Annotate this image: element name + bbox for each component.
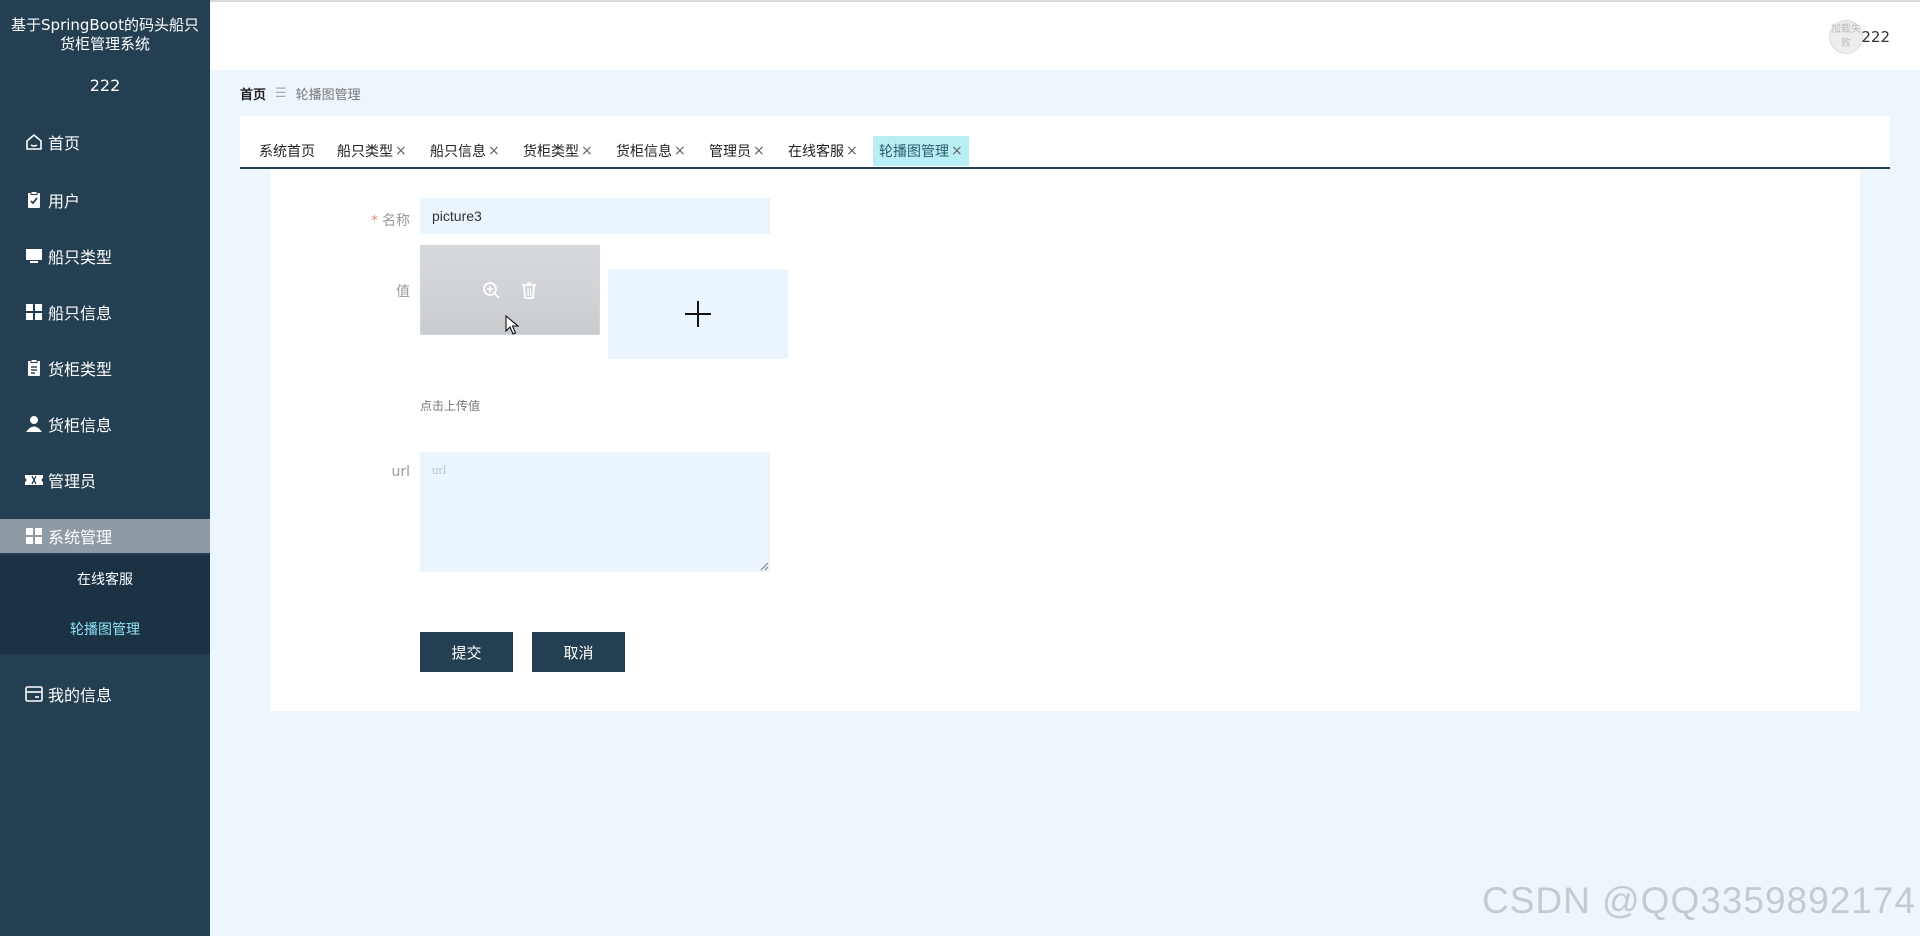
value-label: 值 <box>396 284 410 300</box>
sidebar-item-label: 首页 <box>48 134 81 153</box>
sidebar-item-label: 我的信息 <box>48 686 113 705</box>
tab-label: 管理员 <box>709 144 751 160</box>
sidebar-item-label: 用户 <box>48 192 81 211</box>
breadcrumb-current: 轮播图管理 <box>295 88 361 103</box>
name-input[interactable] <box>420 198 770 234</box>
sidebar-item-admin[interactable]: 管理员 <box>0 463 210 497</box>
mouse-cursor-icon <box>505 315 519 335</box>
trash-icon[interactable] <box>519 280 539 300</box>
close-icon[interactable]: × <box>581 143 593 159</box>
sidebar-item-label: 系统管理 <box>48 528 113 547</box>
close-icon[interactable]: × <box>846 143 858 159</box>
clipboard-icon <box>24 358 44 378</box>
breadcrumb-home[interactable]: 首页 <box>240 84 266 103</box>
home-icon <box>24 132 44 152</box>
submenu-item-carousel-management[interactable]: 轮播图管理 <box>0 619 210 639</box>
sidebar-item-container-info[interactable]: 货柜信息 <box>0 407 210 441</box>
close-icon[interactable]: × <box>674 143 686 159</box>
user-icon <box>24 414 44 434</box>
url-label: url <box>391 464 410 480</box>
sidebar-item-container-type[interactable]: 货柜类型 <box>0 351 210 385</box>
tab-carousel-management[interactable]: 轮播图管理 × <box>873 136 969 166</box>
name-label-text: 名称 <box>382 213 410 229</box>
close-icon[interactable]: × <box>395 143 407 159</box>
top-username[interactable]: 222 <box>1861 28 1890 46</box>
tab-label: 货柜信息 <box>616 144 672 160</box>
avatar[interactable]: 加载失败 <box>1829 20 1863 54</box>
clipboard-check-icon <box>24 190 44 210</box>
monitor-icon <box>24 246 44 266</box>
tab-label: 轮播图管理 <box>879 144 949 160</box>
submenu-system-management: 在线客服 轮播图管理 <box>0 555 210 654</box>
sidebar-item-users[interactable]: 用户 <box>0 183 210 217</box>
breadcrumb: 首页 ☰ 轮播图管理 <box>240 84 361 103</box>
sidebar-item-my-info[interactable]: 我的信息 <box>0 677 210 711</box>
ticket-icon <box>24 470 44 490</box>
tab-system-home[interactable]: 系统首页 <box>253 136 321 166</box>
close-icon[interactable]: × <box>753 143 765 159</box>
close-icon[interactable]: × <box>951 143 963 159</box>
close-icon[interactable]: × <box>488 143 500 159</box>
plus-icon <box>685 301 711 327</box>
grid-icon <box>24 302 44 322</box>
tab-admin[interactable]: 管理员 × <box>703 136 771 166</box>
tab-label: 船只类型 <box>337 144 393 160</box>
upload-tip: 点击上传值 <box>420 399 481 413</box>
sidebar-item-label: 管理员 <box>48 472 97 491</box>
sidebar-item-label: 船只类型 <box>48 248 113 267</box>
zoom-in-icon[interactable] <box>481 280 501 300</box>
resize-grip-icon[interactable] <box>760 562 769 571</box>
breadcrumb-separator-icon: ☰ <box>275 86 287 101</box>
avatar-text: 加载失败 <box>1831 24 1861 49</box>
tab-label: 系统首页 <box>259 144 315 160</box>
grid-icon <box>24 526 44 546</box>
sidebar-username: 222 <box>89 76 121 95</box>
tab-ship-info[interactable]: 船只信息 × <box>424 136 506 166</box>
sidebar-item-home[interactable]: 首页 <box>0 125 210 159</box>
sidebar: 基于SpringBoot的码头船只货柜管理系统 222 首页 用户 船只类型 船… <box>0 0 210 936</box>
sidebar-item-label: 货柜类型 <box>48 360 113 379</box>
tabs-bar: 系统首页 船只类型 × 船只信息 × 货柜类型 × 货柜信息 × 管理员 × 在… <box>240 116 1890 169</box>
sidebar-item-label: 船只信息 <box>48 304 113 323</box>
top-bar: 加载失败 222 <box>210 0 1920 70</box>
required-mark: * <box>371 213 378 229</box>
watermark: CSDN @QQ3359892174 <box>1481 880 1916 921</box>
app-root: 基于SpringBoot的码头船只货柜管理系统 222 首页 用户 船只类型 船… <box>0 0 1920 936</box>
tab-label: 船只信息 <box>430 144 486 160</box>
upload-button[interactable] <box>608 269 788 359</box>
tab-container-type[interactable]: 货柜类型 × <box>517 136 599 166</box>
system-title: 基于SpringBoot的码头船只货柜管理系统 <box>11 16 199 53</box>
tab-label: 货柜类型 <box>523 144 579 160</box>
cancel-button[interactable]: 取消 <box>532 632 625 672</box>
url-textarea[interactable] <box>420 452 770 572</box>
tab-ship-type[interactable]: 船只类型 × <box>331 136 413 166</box>
submit-button[interactable]: 提交 <box>420 632 513 672</box>
sidebar-item-ship-type[interactable]: 船只类型 <box>0 239 210 273</box>
name-label: * 名称 <box>330 210 410 230</box>
tab-container-info[interactable]: 货柜信息 × <box>610 136 692 166</box>
sidebar-item-label: 货柜信息 <box>48 416 113 435</box>
submenu-item-online-service[interactable]: 在线客服 <box>0 569 210 589</box>
wallet-icon <box>24 684 44 704</box>
tab-online-service[interactable]: 在线客服 × <box>782 136 864 166</box>
sidebar-item-ship-info[interactable]: 船只信息 <box>0 295 210 329</box>
sidebar-item-system-management[interactable]: 系统管理 <box>0 519 210 553</box>
tab-label: 在线客服 <box>788 144 844 160</box>
